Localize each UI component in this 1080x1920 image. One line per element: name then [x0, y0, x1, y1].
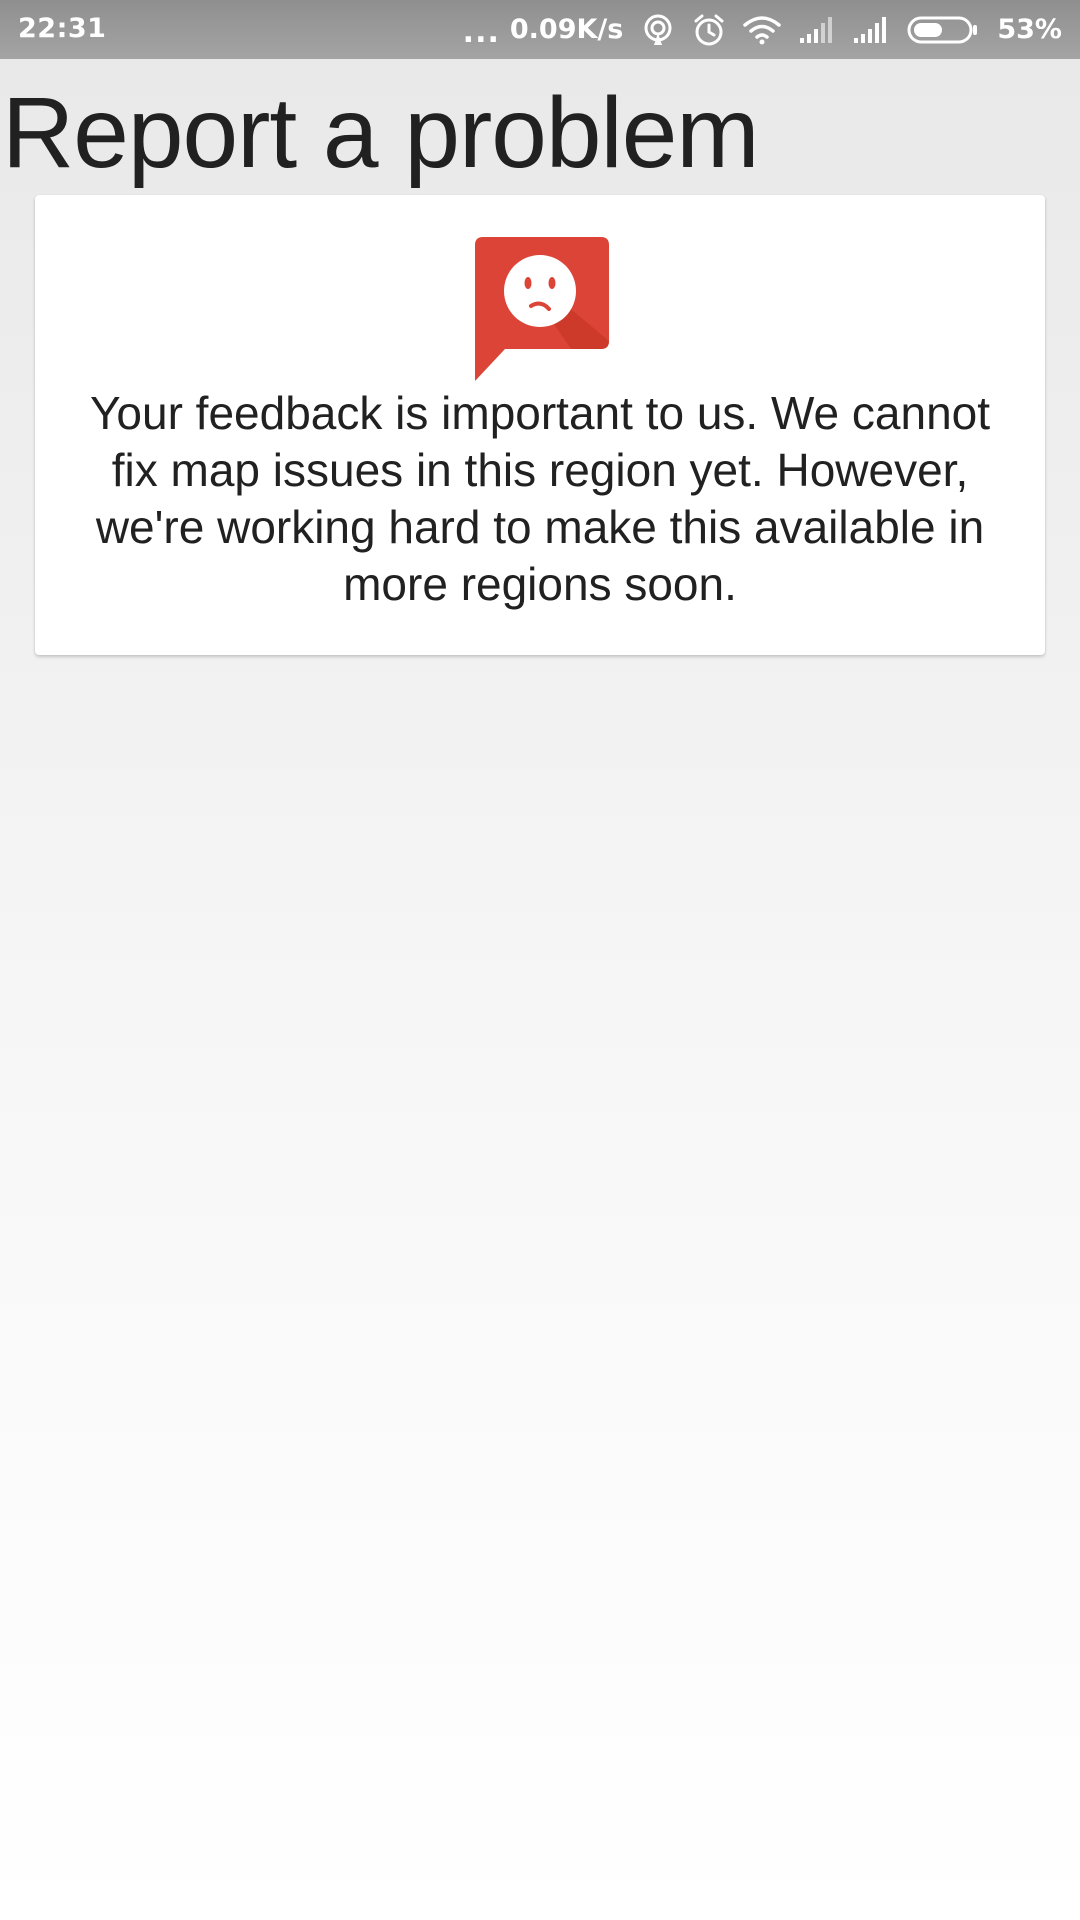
status-bar: 22:31 ... 0.09K/s 53%	[0, 0, 1080, 59]
battery-percent: 53%	[997, 14, 1062, 45]
battery-icon	[907, 16, 979, 44]
feedback-card: Your feedback is important to us. We can…	[35, 195, 1045, 655]
network-speed: 0.09K/s	[509, 14, 624, 45]
status-icons: ... 0.09K/s 53%	[445, 0, 1062, 59]
more-notifications-dots: ...	[462, 15, 500, 50]
wifi-icon	[743, 15, 782, 45]
sad-feedback-icon	[475, 237, 615, 381]
page-title: Report a problem	[2, 77, 760, 189]
signal-icon	[853, 16, 889, 44]
feedback-message: Your feedback is important to us. We can…	[89, 387, 991, 610]
status-time: 22:31	[18, 13, 107, 44]
hotspot-icon	[641, 13, 675, 47]
alarm-icon	[693, 13, 725, 47]
signal-icon	[799, 16, 835, 44]
